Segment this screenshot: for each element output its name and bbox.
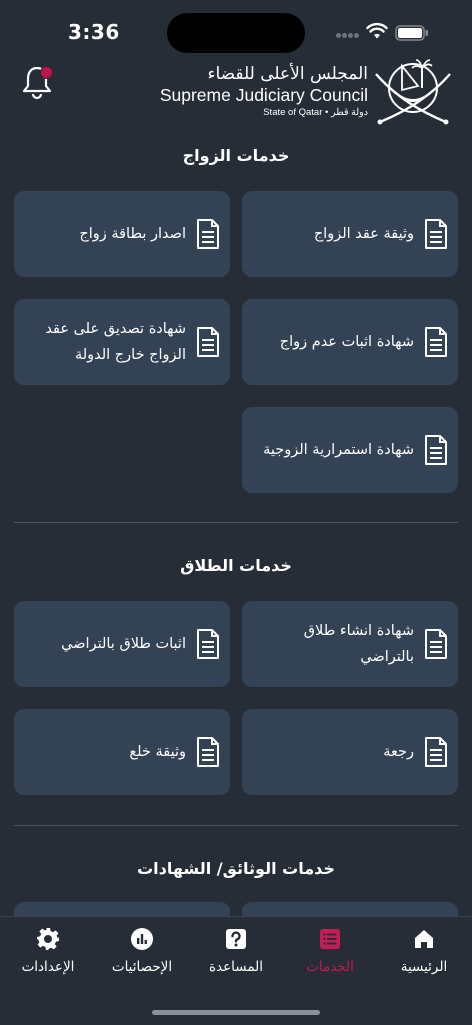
- card-marriage-card[interactable]: اصدار بطاقة زواج: [14, 191, 230, 277]
- document-icon: [425, 629, 447, 659]
- section-divider: [14, 825, 458, 826]
- tab-statistics[interactable]: الإحصائيات: [99, 927, 185, 975]
- card-label: وثيقة خلع: [129, 744, 186, 760]
- card-marriage-continuity[interactable]: شهادة استمرارية الزوجية: [242, 407, 458, 493]
- section-title-marriage: خدمات الزواج: [182, 146, 290, 165]
- section-title-divorce: خدمات الطلاق: [180, 556, 292, 575]
- home-indicator[interactable]: [152, 1010, 320, 1015]
- status-time: 3:36: [68, 20, 120, 44]
- card-label: شهادة تصديق على عقد الزواج خارج الدولة: [45, 321, 186, 363]
- tab-settings[interactable]: الإعدادات: [5, 927, 91, 975]
- logo-english: Supreme Judiciary Council: [159, 85, 368, 105]
- document-icon: [425, 435, 447, 465]
- document-icon: [197, 327, 219, 357]
- logo-arabic: المجلس الأعلى للقضاء: [207, 64, 369, 84]
- tab-label: الرئيسية: [400, 959, 448, 975]
- card-documents-partial[interactable]: [14, 902, 230, 916]
- help-icon: [226, 929, 246, 949]
- document-icon: [425, 737, 447, 767]
- document-icon: [197, 737, 219, 767]
- section-divider: [14, 522, 458, 523]
- tab-help[interactable]: المساعدة: [193, 927, 279, 975]
- tab-home[interactable]: الرئيسية: [381, 927, 467, 975]
- tab-label: المساعدة: [208, 959, 264, 975]
- tab-services[interactable]: الخدمات: [287, 927, 373, 975]
- card-label: اثبات طلاق بالتراضي: [61, 636, 186, 652]
- logo-text: المجلس الأعلى للقضاء Supreme Judiciary C…: [160, 64, 368, 120]
- card-label: اصدار بطاقة زواج: [79, 226, 186, 242]
- card-mutual-divorce-creation[interactable]: شهادة انشاء طلاق بالتراضي: [242, 601, 458, 687]
- document-icon: [425, 219, 447, 249]
- qatar-emblem-icon: [375, 59, 451, 125]
- app-header: المجلس الأعلى للقضاء Supreme Judiciary C…: [0, 56, 472, 136]
- chart-icon: [131, 928, 153, 950]
- dynamic-island: [167, 13, 305, 53]
- card-khula-document[interactable]: وثيقة خلع: [14, 709, 230, 795]
- card-raja[interactable]: رجعة: [242, 709, 458, 795]
- card-documents-partial[interactable]: [242, 902, 458, 916]
- bottom-tab-bar: الرئيسية الخدمات المساعدة الإحصائيات الإ…: [0, 916, 472, 1025]
- document-icon: [425, 327, 447, 357]
- card-mutual-divorce-proof[interactable]: اثبات طلاق بالتراضي: [14, 601, 230, 687]
- services-list[interactable]: خدمات الزواج وثيقة عقد الزواج اصدار بطاق…: [0, 136, 472, 916]
- document-icon: [197, 219, 219, 249]
- card-label: شهادة استمرارية الزوجية: [263, 442, 414, 458]
- signal-dots-icon: [336, 33, 360, 39]
- home-icon: [415, 930, 433, 948]
- card-label: رجعة: [383, 744, 414, 760]
- list-icon: [320, 929, 340, 949]
- card-label: شهادة انشاء طلاق بالتراضي: [303, 623, 414, 665]
- document-icon: [197, 629, 219, 659]
- card-label: وثيقة عقد الزواج: [313, 226, 414, 242]
- card-label: شهادة اثبات عدم زواج: [279, 334, 414, 350]
- section-title-documents: خدمات الوثائق/ الشهادات: [137, 859, 335, 878]
- notification-badge: [40, 66, 53, 79]
- gear-icon: [37, 928, 59, 950]
- tab-label: الخدمات: [306, 959, 354, 975]
- card-foreign-marriage-attestation[interactable]: شهادة تصديق على عقد الزواج خارج الدولة: [14, 299, 230, 385]
- logo-state: State of Qatar • دولة قطر: [263, 107, 368, 118]
- tab-label: الإحصائيات: [111, 959, 173, 975]
- tab-label: الإعدادات: [21, 959, 75, 975]
- card-marriage-contract[interactable]: وثيقة عقد الزواج: [242, 191, 458, 277]
- card-non-marriage-certificate[interactable]: شهادة اثبات عدم زواج: [242, 299, 458, 385]
